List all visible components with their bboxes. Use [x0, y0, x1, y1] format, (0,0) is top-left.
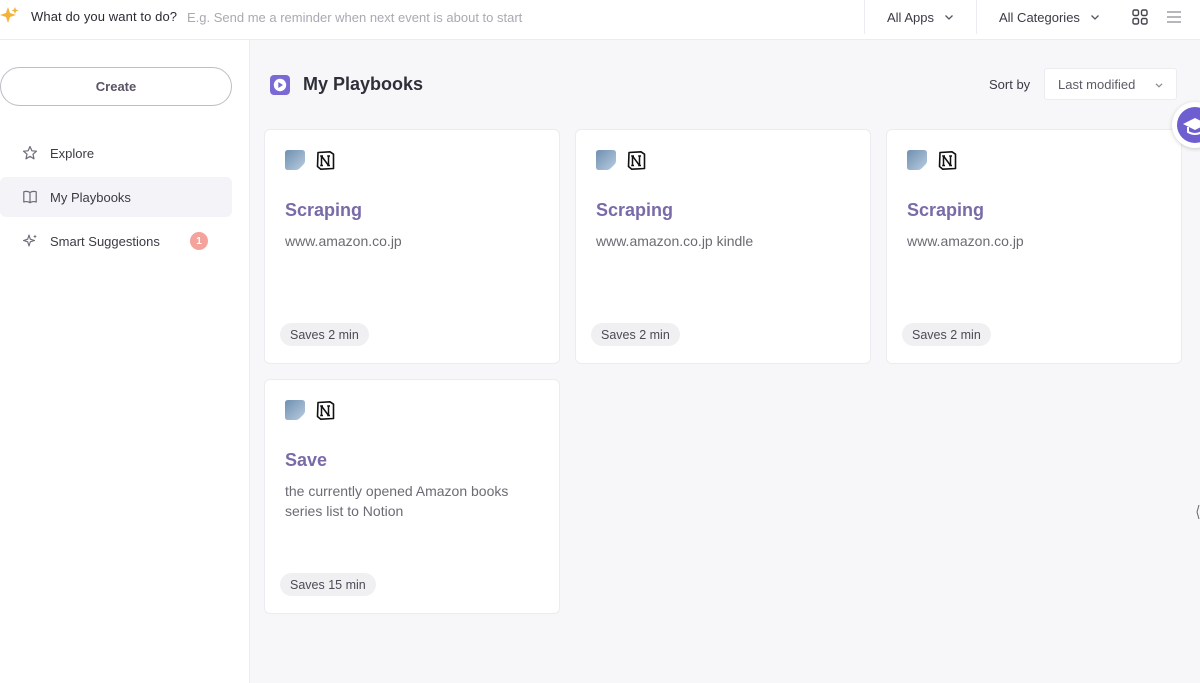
sparkle-icon: [0, 7, 19, 23]
sidebar: Create Explore My Playbooks Smart Sugges…: [0, 40, 250, 683]
notion-icon: [316, 151, 335, 170]
card-description: the currently opened Amazon books series…: [285, 483, 509, 519]
grid-view-icon[interactable]: [1131, 8, 1149, 26]
card-description: www.amazon.co.jp kindle: [596, 233, 754, 249]
sidebar-item-explore[interactable]: Explore: [0, 133, 232, 173]
top-bar: What do you want to do? All Apps All Cat…: [0, 0, 1200, 40]
time-saved-badge: Saves 2 min: [591, 323, 680, 346]
graduation-cap-icon: [1177, 107, 1200, 143]
notification-badge: 1: [190, 232, 208, 250]
card-title: Scraping: [596, 200, 674, 220]
academy-floating-button[interactable]: [1172, 102, 1200, 148]
time-saved-badge: Saves 2 min: [902, 323, 991, 346]
sort-label: Sort by: [989, 77, 1031, 92]
sidebar-item-label: Smart Suggestions: [50, 233, 160, 249]
star-icon: [22, 145, 38, 160]
sidebar-item-smart-suggestions[interactable]: Smart Suggestions 1: [0, 221, 232, 261]
play-icon: [270, 75, 290, 95]
sidebar-item-label: My Playbooks: [50, 189, 131, 205]
page-title: My Playbooks: [303, 74, 424, 94]
categories-filter-dropdown[interactable]: All Categories: [976, 0, 1112, 34]
web-app-icon: [907, 150, 927, 170]
sort-value: Last modified: [1058, 76, 1136, 92]
sidebar-item-label: Explore: [50, 145, 95, 161]
chevron-down-icon: [1090, 15, 1099, 20]
playbook-card[interactable]: Scraping www.amazon.co.jp kindle Saves 2…: [575, 129, 871, 364]
card-title: Scraping: [285, 200, 363, 220]
playbook-card[interactable]: Scraping www.amazon.co.jp Saves 2 min: [886, 129, 1182, 364]
card-description: www.amazon.co.jp: [907, 233, 1024, 249]
time-saved-badge: Saves 15 min: [280, 573, 376, 596]
chevron-down-icon: [945, 15, 953, 20]
sparkle-icon: [22, 234, 37, 247]
list-view-icon[interactable]: [1165, 8, 1183, 26]
book-icon: [23, 190, 37, 204]
time-saved-badge: Saves 2 min: [280, 323, 369, 346]
card-description: www.amazon.co.jp: [285, 233, 402, 249]
notion-icon: [938, 151, 957, 170]
playbook-card[interactable]: Save the currently opened Amazon books s…: [264, 379, 560, 614]
sort-dropdown[interactable]: Last modified: [1044, 68, 1177, 100]
notion-icon: [627, 151, 646, 170]
prompt-input[interactable]: [180, 4, 850, 30]
prompt-label: What do you want to do?: [31, 9, 178, 24]
web-app-icon: [596, 150, 616, 170]
card-title: Scraping: [907, 200, 985, 220]
sidebar-item-my-playbooks[interactable]: My Playbooks: [0, 177, 232, 217]
chevron-down-icon: [1155, 83, 1163, 88]
playbook-card[interactable]: Scraping www.amazon.co.jp Saves 2 min: [264, 129, 560, 364]
apps-filter-dropdown[interactable]: All Apps: [864, 0, 976, 34]
create-button[interactable]: Create: [0, 67, 232, 106]
categories-filter-label: All Categories: [999, 9, 1080, 25]
apps-filter-label: All Apps: [887, 9, 934, 25]
resize-handle-icon: [1196, 505, 1200, 519]
main-content: My Playbooks Sort by Last modified Scrap…: [250, 40, 1200, 683]
web-app-icon: [285, 400, 305, 420]
card-title: Save: [285, 450, 328, 470]
notion-icon: [316, 401, 335, 420]
web-app-icon: [285, 150, 305, 170]
